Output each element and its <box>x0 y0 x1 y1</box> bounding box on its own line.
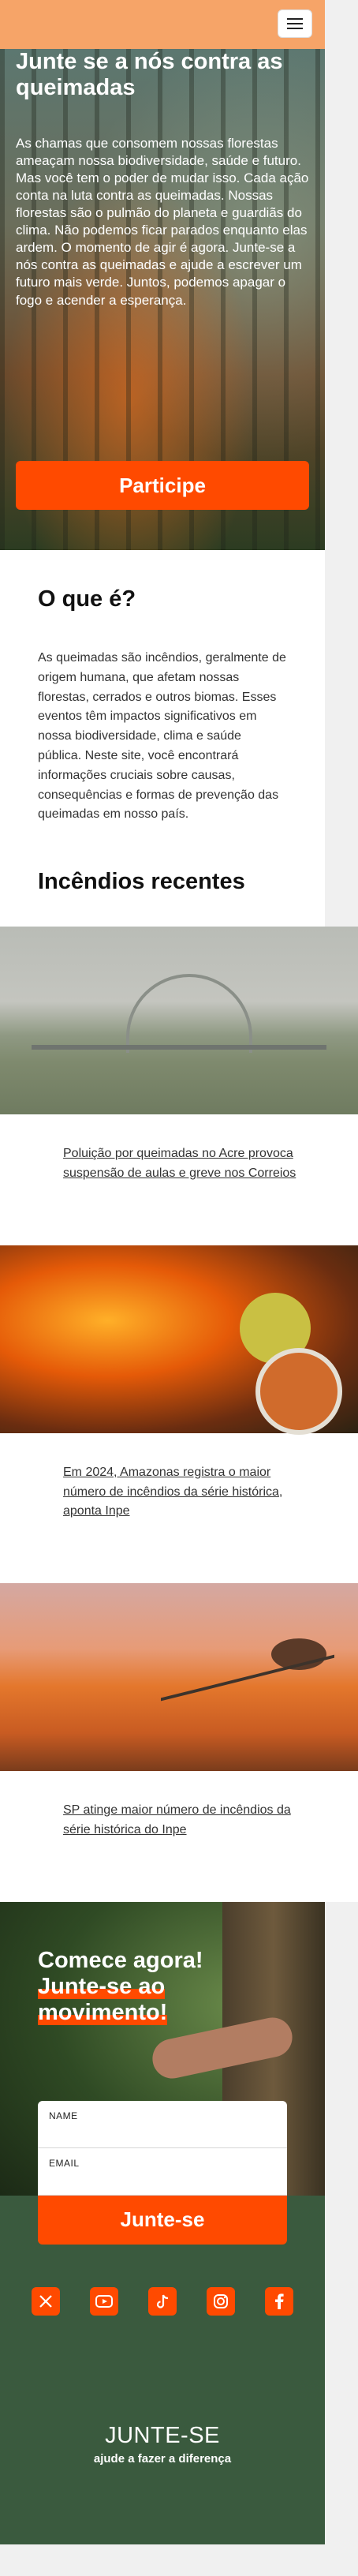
hamburger-menu-button[interactable] <box>278 9 312 38</box>
news-link-amazonas[interactable]: Em 2024, Amazonas registra o maior númer… <box>63 1466 282 1518</box>
news-item: Poluição por queimadas no Acre provoca s… <box>0 927 358 1245</box>
join-button[interactable]: Junte-se <box>38 2195 287 2245</box>
name-field[interactable]: NAME <box>38 2101 287 2148</box>
join-button-area: Junte-se <box>0 2195 325 2287</box>
walkway-railing <box>161 1654 334 1769</box>
recent-fires-title: Incêndios recentes <box>38 869 245 895</box>
name-label: NAME <box>49 2110 78 2121</box>
tiktok-icon[interactable] <box>148 2286 177 2316</box>
news-caption: SP atinge maior número de incêndios da s… <box>0 1771 325 1902</box>
menu-icon-line <box>287 23 303 24</box>
join-title-line2: Junte-se ao <box>38 1974 166 2000</box>
menu-icon-line <box>287 18 303 20</box>
join-title: Comece agora! Junte-se ao movimento! <box>38 1948 203 2027</box>
bridge-deck <box>32 1045 326 1050</box>
bridge-arch <box>126 974 252 1054</box>
hero-title: Junte se a nós contra as queimadas <box>16 49 283 101</box>
news-caption: Poluição por queimadas no Acre provoca s… <box>0 1114 325 1245</box>
brand-tagline: ajude a fazer a diferença <box>93 2451 232 2466</box>
join-title-line1: Comece agora! <box>38 1947 203 1973</box>
news-item: Em 2024, Amazonas registra o maior númer… <box>0 1245 358 1583</box>
recent-fires-list: Poluição por queimadas no Acre provoca s… <box>0 927 358 1902</box>
instagram-icon[interactable] <box>207 2286 235 2316</box>
news-image-acre-smoke[interactable] <box>0 927 358 1115</box>
x-icon[interactable] <box>32 2286 60 2316</box>
news-caption: Em 2024, Amazonas registra o maior númer… <box>0 1433 325 1583</box>
top-bar <box>0 0 325 49</box>
news-link-acre[interactable]: Poluição por queimadas no Acre provoca s… <box>63 1147 296 1180</box>
menu-icon-line <box>287 28 303 29</box>
news-item: SP atinge maior número de incêndios da s… <box>0 1583 358 1902</box>
leaf-blower <box>255 1347 342 1435</box>
join-section: Comece agora! Junte-se ao movimento! NAM… <box>0 1901 325 2196</box>
hero-text: As chamas que consomem nossas florestas … <box>16 135 309 308</box>
participate-button[interactable]: Participe <box>16 461 309 510</box>
news-link-sp[interactable]: SP atinge maior número de incêndios da s… <box>63 1803 291 1837</box>
facebook-icon[interactable] <box>265 2286 293 2316</box>
news-image-amazonas-firefighter[interactable] <box>0 1245 358 1435</box>
name-input[interactable] <box>49 2125 276 2140</box>
social-links <box>32 2286 293 2316</box>
footer-brand: JUNTE-SE ajude a fazer a diferença <box>0 2423 325 2466</box>
email-field[interactable]: EMAIL <box>38 2148 287 2196</box>
hero-content: Junte se a nós contra as queimadas As ch… <box>16 49 309 309</box>
email-input[interactable] <box>49 2173 276 2187</box>
about-text: As queimadas são incêndios, geralmente d… <box>38 651 286 822</box>
email-label: EMAIL <box>49 2157 80 2169</box>
youtube-icon[interactable] <box>90 2286 118 2316</box>
signup-form: NAME EMAIL <box>38 2100 287 2196</box>
footer: JUNTE-SE ajude a fazer a diferença <box>0 2286 325 2544</box>
brand-name: JUNTE-SE <box>105 2422 220 2448</box>
news-image-sp-burned-field[interactable] <box>0 1583 358 1772</box>
hero-section: Junte se a nós contra as queimadas As ch… <box>0 49 325 550</box>
join-title-line3: movimento! <box>38 2000 168 2026</box>
about-title: O que é? <box>38 586 136 612</box>
page: Junte se a nós contra as queimadas As ch… <box>0 0 358 2544</box>
about-section: O que é? As queimadas são incêndios, ger… <box>0 550 325 927</box>
